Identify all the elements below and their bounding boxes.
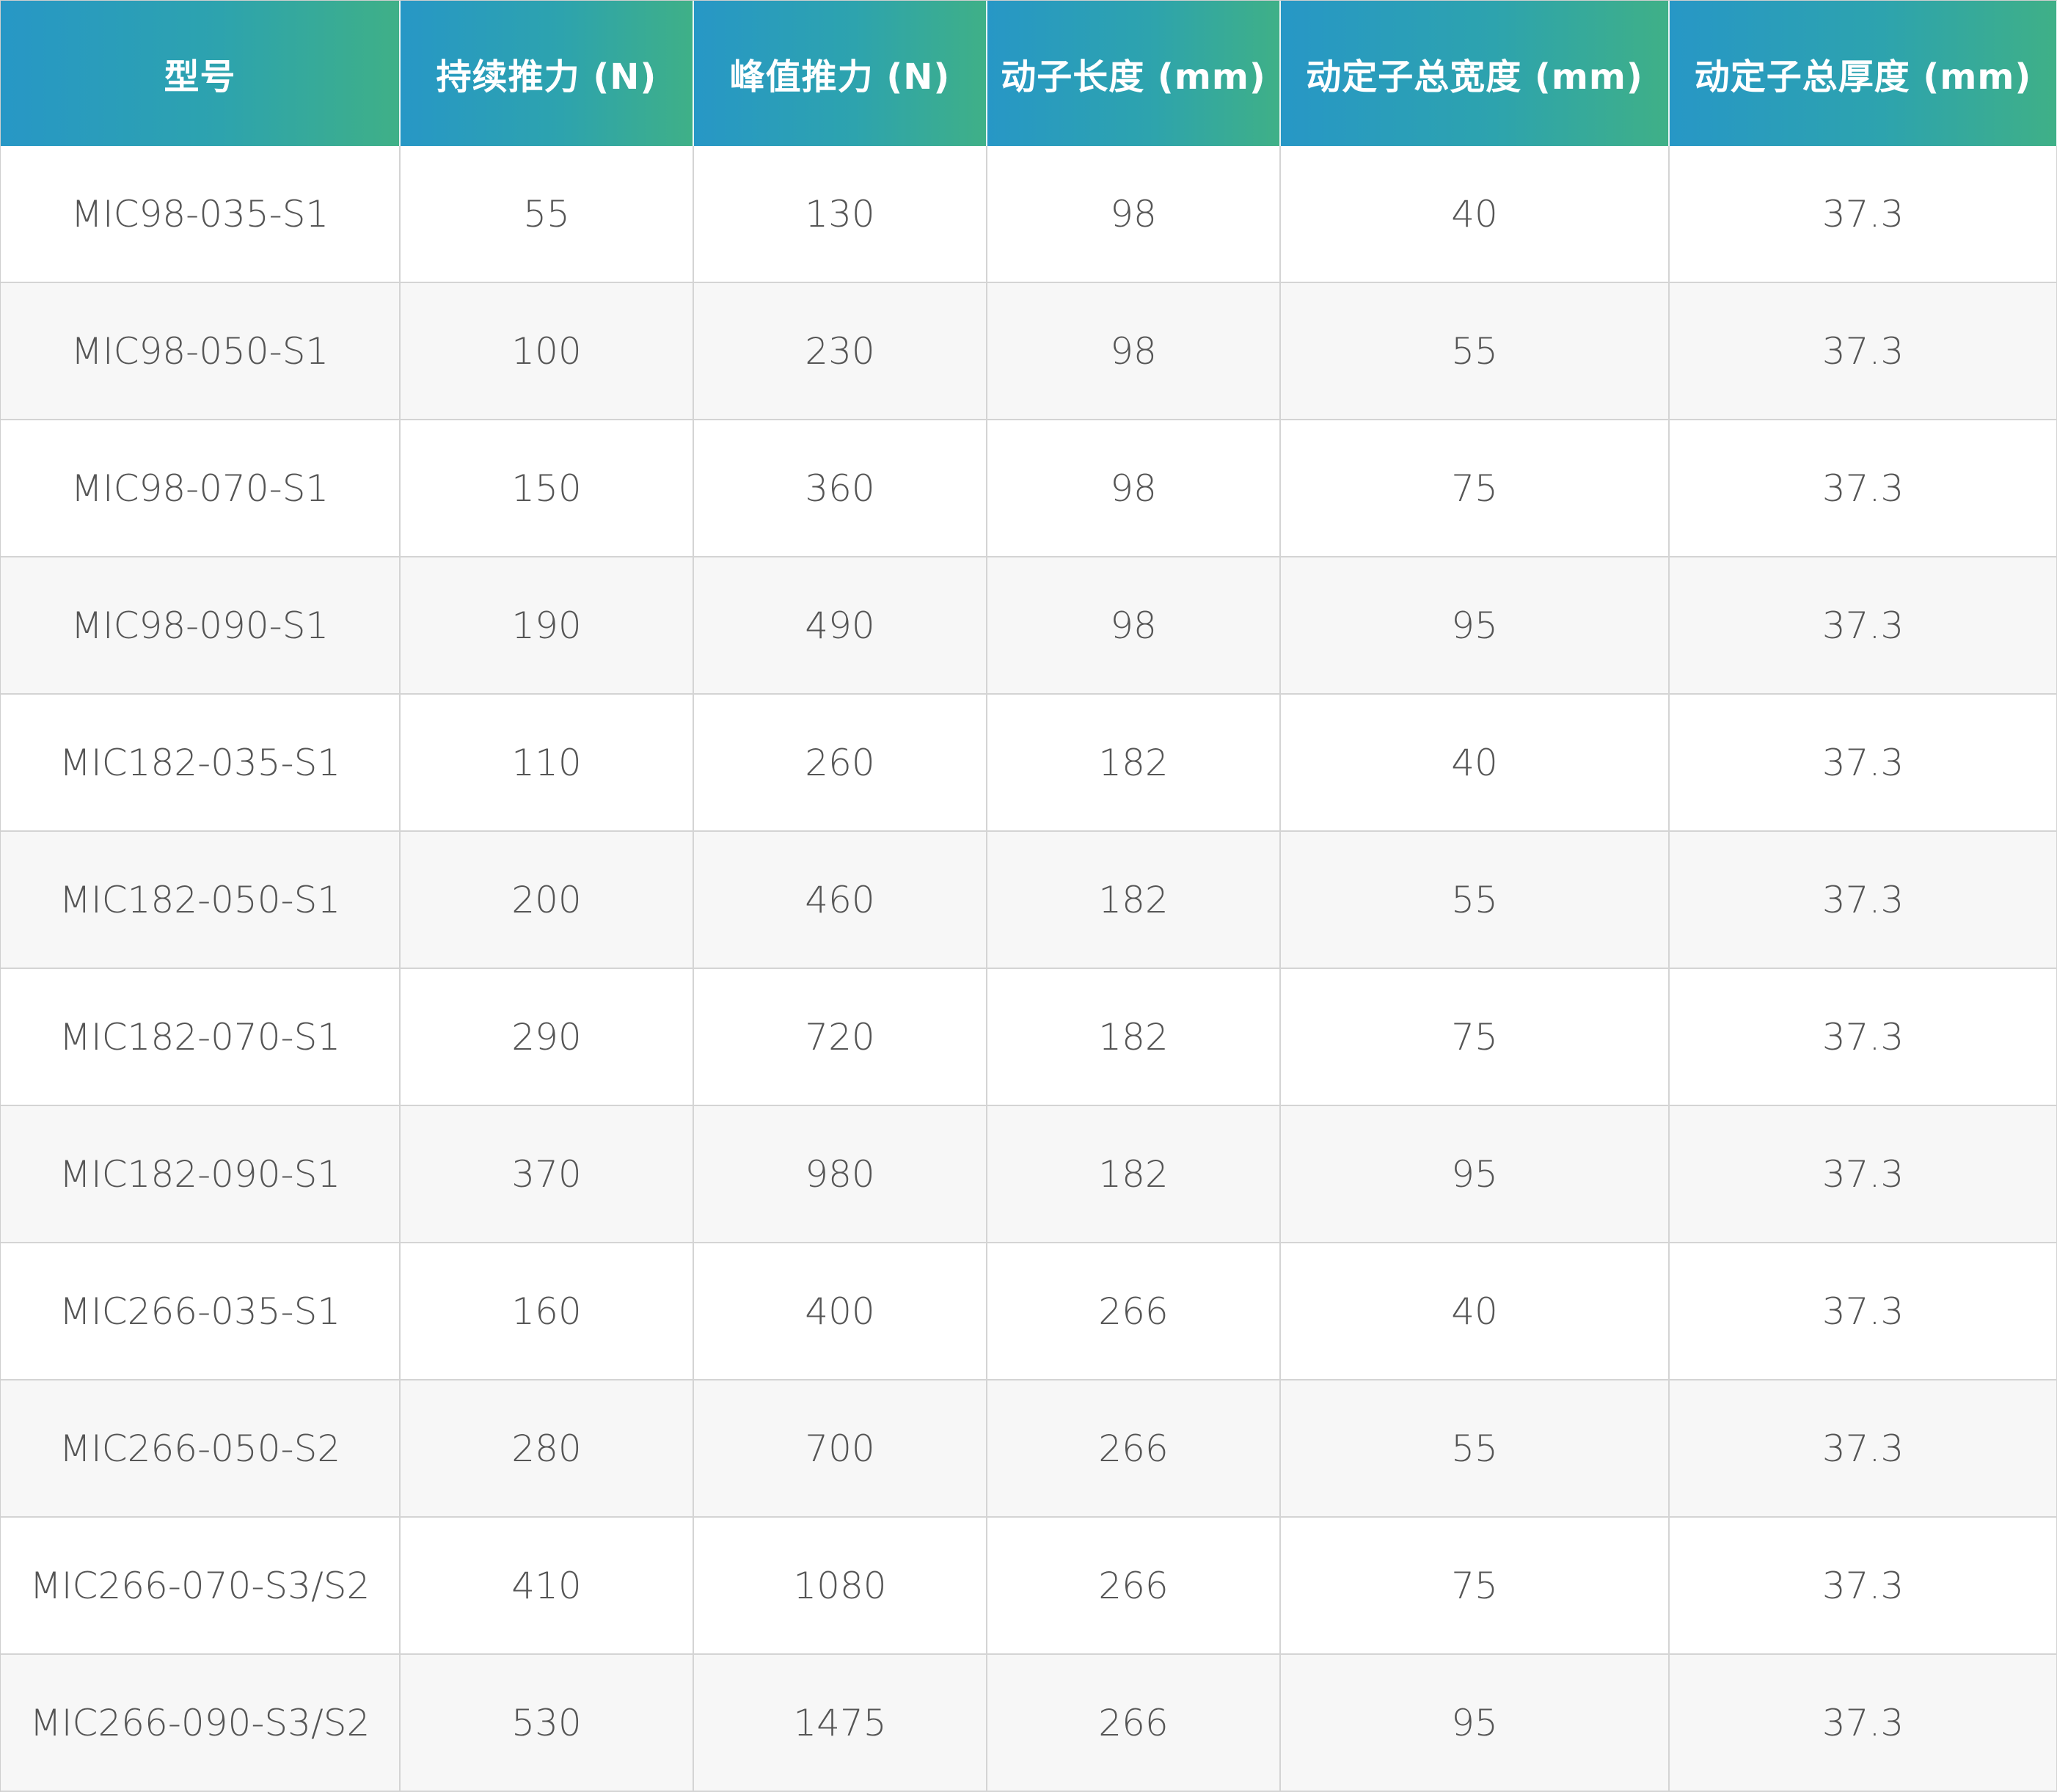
table-cell-total-width: 55 (1281, 283, 1670, 420)
table-cell-continuous-force: 100 (401, 283, 694, 420)
table-cell-model: MIC266-070-S3/S2 (1, 1518, 401, 1655)
table-cell-continuous-force: 160 (401, 1243, 694, 1380)
header-total-width: 动定子总宽度 (mm) (1281, 1, 1670, 146)
table-cell-total-thickness: 37.3 (1670, 832, 2057, 969)
header-mover-length: 动子长度 (mm) (987, 1, 1281, 146)
table-cell-model: MIC182-090-S1 (1, 1106, 401, 1243)
table-cell-model: MIC182-070-S1 (1, 969, 401, 1106)
table-cell-model: MIC266-035-S1 (1, 1243, 401, 1380)
table-cell-mover-length: 266 (987, 1243, 1281, 1380)
table-cell-peak-force: 700 (694, 1380, 987, 1518)
table-cell-mover-length: 182 (987, 695, 1281, 832)
table-cell-mover-length: 182 (987, 1106, 1281, 1243)
table-cell-peak-force: 260 (694, 695, 987, 832)
table-cell-continuous-force: 530 (401, 1655, 694, 1792)
table-cell-total-thickness: 37.3 (1670, 1518, 2057, 1655)
table-cell-total-thickness: 37.3 (1670, 969, 2057, 1106)
table-cell-peak-force: 130 (694, 146, 987, 283)
table-cell-mover-length: 182 (987, 969, 1281, 1106)
header-total-thickness: 动定子总厚度 (mm) (1670, 1, 2057, 146)
spec-table: 型号 持续推力 (N) 峰值推力 (N) 动子长度 (mm) 动定子总宽度 (m… (0, 0, 2057, 1792)
table-cell-model: MIC182-050-S1 (1, 832, 401, 969)
table-cell-model: MIC182-035-S1 (1, 695, 401, 832)
table-cell-model: MIC98-070-S1 (1, 420, 401, 557)
table-cell-total-width: 75 (1281, 969, 1670, 1106)
table-cell-continuous-force: 55 (401, 146, 694, 283)
table-cell-total-thickness: 37.3 (1670, 146, 2057, 283)
table-cell-total-width: 40 (1281, 695, 1670, 832)
table-cell-mover-length: 98 (987, 557, 1281, 695)
table-cell-mover-length: 266 (987, 1380, 1281, 1518)
table-cell-peak-force: 1475 (694, 1655, 987, 1792)
table-cell-model: MIC98-090-S1 (1, 557, 401, 695)
table-cell-total-thickness: 37.3 (1670, 1380, 2057, 1518)
table-cell-peak-force: 490 (694, 557, 987, 695)
table-cell-peak-force: 980 (694, 1106, 987, 1243)
table-cell-continuous-force: 190 (401, 557, 694, 695)
table-cell-total-thickness: 37.3 (1670, 1655, 2057, 1792)
table-cell-model: MIC266-050-S2 (1, 1380, 401, 1518)
table-cell-total-thickness: 37.3 (1670, 557, 2057, 695)
table-cell-continuous-force: 110 (401, 695, 694, 832)
table-cell-continuous-force: 280 (401, 1380, 694, 1518)
table-cell-mover-length: 98 (987, 146, 1281, 283)
table-cell-total-width: 55 (1281, 1380, 1670, 1518)
table-cell-peak-force: 400 (694, 1243, 987, 1380)
table-cell-total-width: 40 (1281, 146, 1670, 283)
table-cell-peak-force: 1080 (694, 1518, 987, 1655)
table-cell-total-width: 55 (1281, 832, 1670, 969)
table-cell-total-width: 95 (1281, 1106, 1670, 1243)
table-cell-total-thickness: 37.3 (1670, 1106, 2057, 1243)
table-cell-mover-length: 266 (987, 1655, 1281, 1792)
header-peak-force: 峰值推力 (N) (694, 1, 987, 146)
table-cell-total-thickness: 37.3 (1670, 695, 2057, 832)
table-cell-model: MIC266-090-S3/S2 (1, 1655, 401, 1792)
table-cell-continuous-force: 150 (401, 420, 694, 557)
table-cell-continuous-force: 410 (401, 1518, 694, 1655)
table-cell-mover-length: 182 (987, 832, 1281, 969)
table-cell-mover-length: 98 (987, 420, 1281, 557)
table-cell-continuous-force: 200 (401, 832, 694, 969)
table-cell-continuous-force: 290 (401, 969, 694, 1106)
table-cell-total-thickness: 37.3 (1670, 420, 2057, 557)
table-cell-total-thickness: 37.3 (1670, 283, 2057, 420)
table-cell-total-thickness: 37.3 (1670, 1243, 2057, 1380)
table-cell-model: MIC98-035-S1 (1, 146, 401, 283)
table-cell-mover-length: 98 (987, 283, 1281, 420)
table-cell-peak-force: 360 (694, 420, 987, 557)
table-cell-peak-force: 230 (694, 283, 987, 420)
table-cell-peak-force: 460 (694, 832, 987, 969)
table-cell-mover-length: 266 (987, 1518, 1281, 1655)
table-cell-model: MIC98-050-S1 (1, 283, 401, 420)
header-model: 型号 (1, 1, 401, 146)
table-cell-peak-force: 720 (694, 969, 987, 1106)
header-continuous-force: 持续推力 (N) (401, 1, 694, 146)
table-cell-total-width: 75 (1281, 1518, 1670, 1655)
table-cell-continuous-force: 370 (401, 1106, 694, 1243)
table-cell-total-width: 40 (1281, 1243, 1670, 1380)
table-cell-total-width: 95 (1281, 557, 1670, 695)
table-cell-total-width: 95 (1281, 1655, 1670, 1792)
table-cell-total-width: 75 (1281, 420, 1670, 557)
